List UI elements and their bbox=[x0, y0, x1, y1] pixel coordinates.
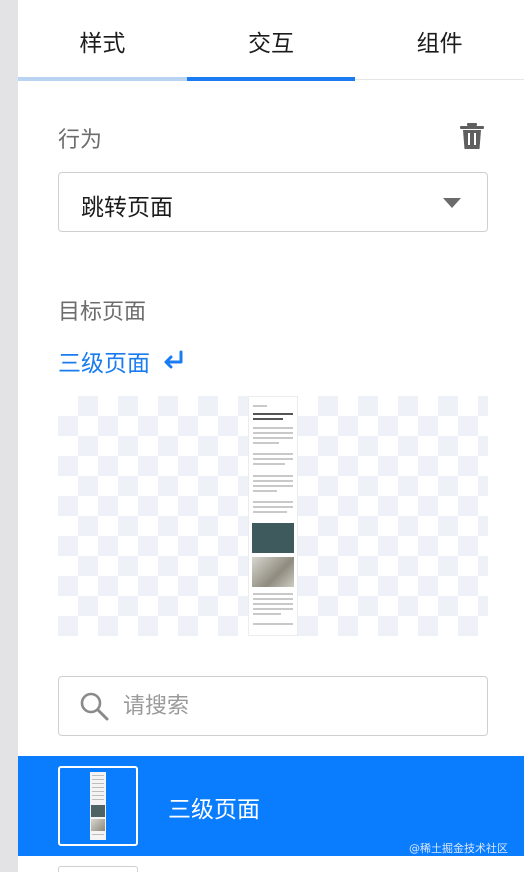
page-list-item-next[interactable] bbox=[58, 866, 138, 872]
search-icon bbox=[80, 692, 109, 721]
tab-style[interactable]: 样式 bbox=[18, 0, 187, 81]
tab-components[interactable]: 组件 bbox=[355, 0, 524, 80]
watermark: @稀土掘金技术社区 bbox=[409, 842, 508, 855]
page-search-box[interactable] bbox=[58, 676, 488, 736]
tab-interaction[interactable]: 交互 bbox=[186, 0, 356, 81]
tab-bar: 样式 交互 组件 bbox=[18, 0, 524, 81]
target-page-link[interactable]: 三级页面 bbox=[58, 344, 186, 378]
enter-arrow-icon bbox=[164, 350, 183, 369]
trash-icon[interactable] bbox=[459, 122, 485, 150]
behavior-select-value: 跳转页面 bbox=[81, 195, 173, 221]
target-page-link-text: 三级页面 bbox=[58, 351, 150, 377]
page-preview-thumbnail bbox=[248, 396, 298, 636]
property-panel: 样式 交互 组件 行为 跳转页面 目标页面 三级页面 请搜索 三级页面 @稀土掘… bbox=[18, 0, 524, 872]
target-page-preview bbox=[58, 396, 488, 636]
behavior-select[interactable]: 跳转页面 bbox=[58, 172, 488, 232]
tab-interaction-label: 交互 bbox=[248, 31, 294, 57]
behavior-label: 行为 bbox=[58, 128, 103, 153]
chevron-down-icon bbox=[443, 198, 461, 208]
page-list-item-name: 三级页面 bbox=[168, 797, 260, 823]
search-input[interactable] bbox=[123, 687, 473, 725]
page-thumbnail bbox=[58, 766, 138, 846]
target-page-label: 目标页面 bbox=[58, 300, 147, 325]
tab-style-label: 样式 bbox=[79, 31, 126, 57]
tab-components-label: 组件 bbox=[416, 31, 463, 57]
